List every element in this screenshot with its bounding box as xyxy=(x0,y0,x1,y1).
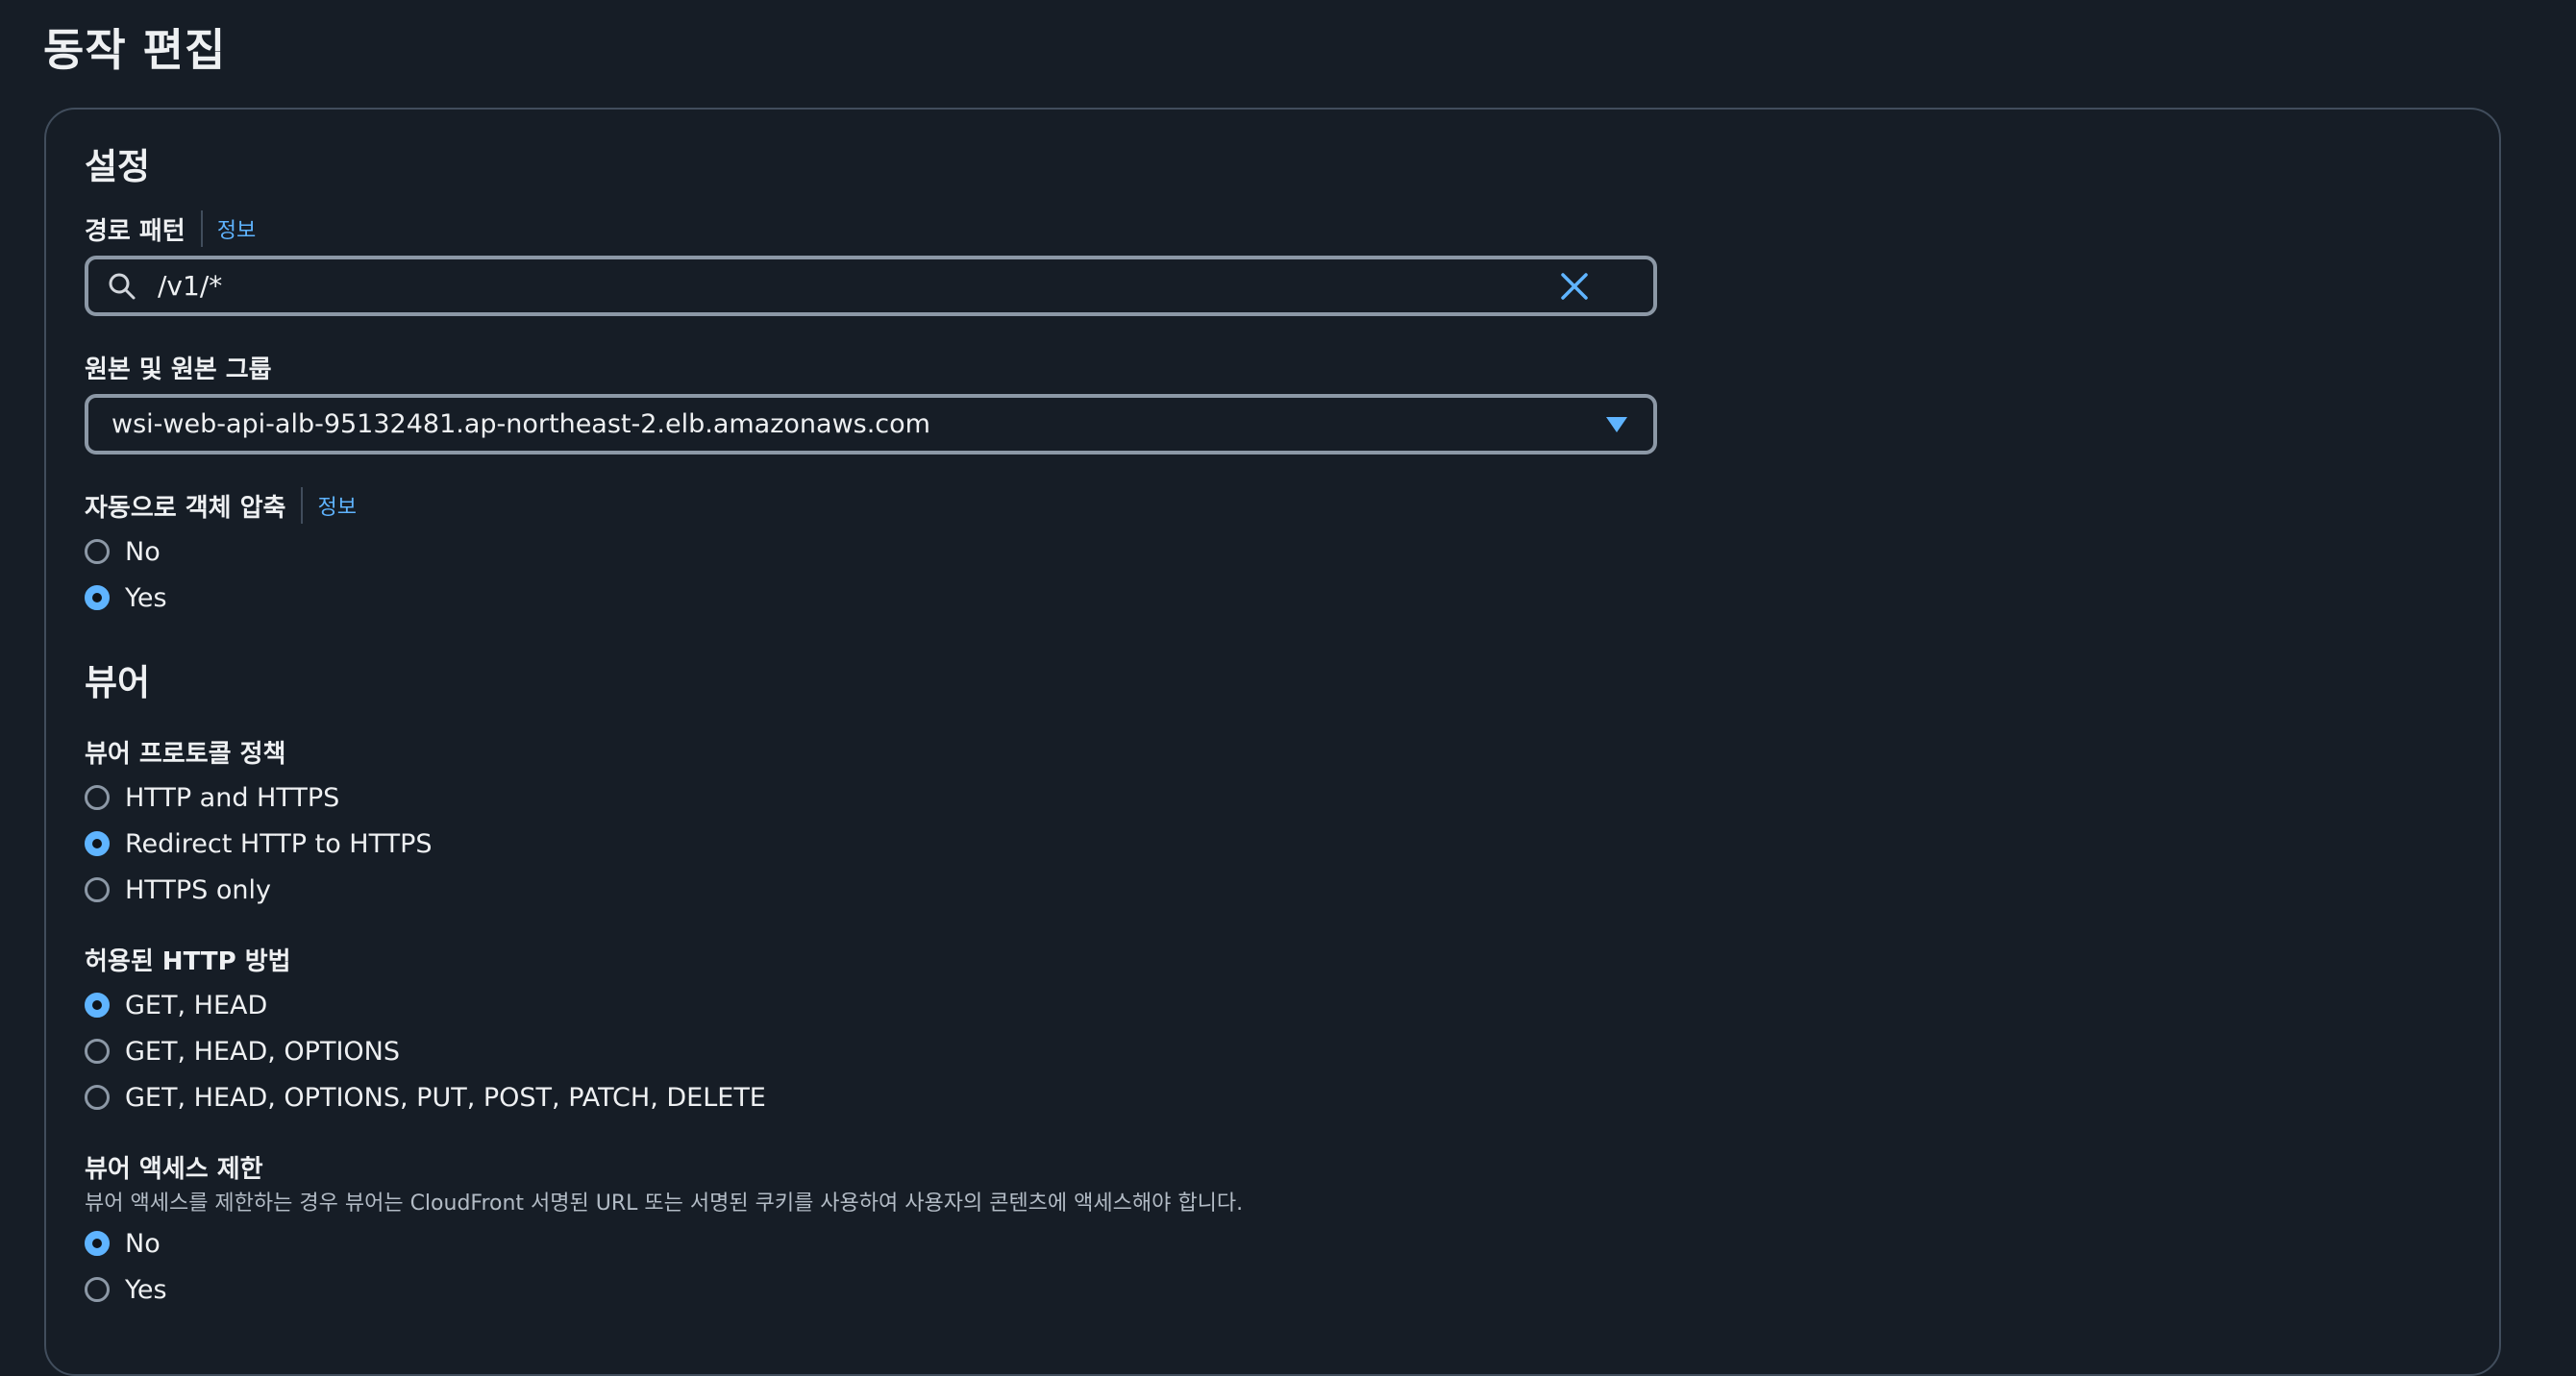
radio-button[interactable] xyxy=(85,1039,110,1064)
restrict-access-description: 뷰어 액세스를 제한하는 경우 뷰어는 CloudFront 서명된 URL 또… xyxy=(85,1192,1244,1216)
methods-option-all[interactable]: GET, HEAD, OPTIONS, PUT, POST, PATCH, DE… xyxy=(85,1080,766,1115)
radio-button[interactable] xyxy=(85,1085,110,1110)
radio-label: Redirect HTTP to HTTPS xyxy=(125,828,433,859)
compress-label: 자동으로 객체 압축 정보 xyxy=(85,486,357,525)
radio-button-selected[interactable] xyxy=(85,1231,110,1256)
radio-label: No xyxy=(125,1228,161,1259)
radio-button-selected[interactable] xyxy=(85,993,110,1018)
restrict-option-yes[interactable]: Yes xyxy=(85,1272,167,1307)
compress-option-yes[interactable]: Yes xyxy=(85,580,167,615)
methods-option-get-head-options[interactable]: GET, HEAD, OPTIONS xyxy=(85,1034,400,1069)
close-icon[interactable] xyxy=(1559,271,1590,306)
radio-label: HTTP and HTTPS xyxy=(125,782,340,813)
radio-button-selected[interactable] xyxy=(85,831,110,856)
compress-option-no[interactable]: No xyxy=(85,534,161,569)
radio-label: HTTPS only xyxy=(125,874,271,905)
radio-button[interactable] xyxy=(85,785,110,810)
page-title: 동작 편집 xyxy=(43,24,227,76)
methods-option-get-head[interactable]: GET, HEAD xyxy=(85,988,267,1022)
radio-label: GET, HEAD xyxy=(125,990,268,1020)
protocol-option-http-and-https[interactable]: HTTP and HTTPS xyxy=(85,780,339,815)
allowed-methods-label: 허용된 HTTP 방법 xyxy=(85,946,291,976)
path-pattern-label-text: 경로 패턴 xyxy=(85,216,186,246)
caret-down-icon xyxy=(1605,415,1628,438)
info-divider xyxy=(200,210,203,247)
path-pattern-label: 경로 패턴 정보 xyxy=(85,209,256,248)
radio-button[interactable] xyxy=(85,1277,110,1302)
compress-info-link[interactable]: 정보 xyxy=(317,490,356,521)
radio-label: GET, HEAD, OPTIONS, PUT, POST, PATCH, DE… xyxy=(125,1082,766,1113)
viewer-section-title: 뷰어 xyxy=(85,662,151,703)
search-icon xyxy=(108,272,136,305)
radio-button-selected[interactable] xyxy=(85,585,110,610)
radio-label: Yes xyxy=(125,582,167,613)
radio-label: Yes xyxy=(125,1274,167,1305)
restrict-option-no[interactable]: No xyxy=(85,1226,161,1261)
origin-selected-value: wsi-web-api-alb-95132481.ap-northeast-2.… xyxy=(111,409,930,439)
protocol-option-redirect[interactable]: Redirect HTTP to HTTPS xyxy=(85,826,433,861)
restrict-access-label: 뷰어 액세스 제한 xyxy=(85,1154,263,1184)
path-pattern-input-box[interactable] xyxy=(85,256,1657,316)
radio-button[interactable] xyxy=(85,539,110,564)
radio-label: GET, HEAD, OPTIONS xyxy=(125,1036,401,1067)
radio-label: No xyxy=(125,536,161,567)
protocol-policy-label: 뷰어 프로토콜 정책 xyxy=(85,739,286,769)
origin-select[interactable]: wsi-web-api-alb-95132481.ap-northeast-2.… xyxy=(85,394,1657,455)
compress-label-text: 자동으로 객체 압축 xyxy=(85,493,286,523)
path-pattern-info-link[interactable]: 정보 xyxy=(217,213,256,244)
path-pattern-input[interactable] xyxy=(158,259,1561,312)
info-divider xyxy=(301,487,304,524)
protocol-option-https-only[interactable]: HTTPS only xyxy=(85,872,271,907)
settings-section-title: 설정 xyxy=(85,146,151,187)
radio-button[interactable] xyxy=(85,877,110,902)
origin-label: 원본 및 원본 그룹 xyxy=(85,355,272,384)
